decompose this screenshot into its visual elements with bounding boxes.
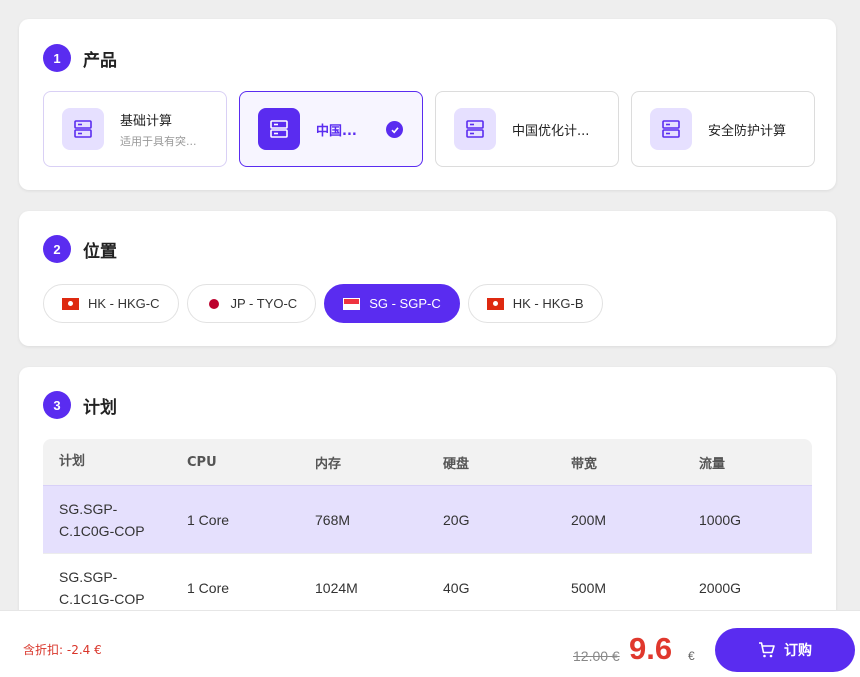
product-option-china-optimized[interactable]: 中国优化计... (435, 91, 619, 167)
section-title: 位置 (83, 241, 117, 262)
plan-name-cell: SG.SGP- C.1C1G-COP (43, 566, 171, 610)
section-title: 计划 (83, 397, 117, 418)
location-section: 2 位置 HK - HKG-C JP - TYO-C SG - SGP-C HK… (19, 211, 836, 346)
sg-flag-icon (343, 297, 361, 310)
bandwidth-cell: 500M (571, 580, 607, 596)
hk-flag-icon (486, 297, 504, 310)
product-section-header: 1 产品 (43, 44, 117, 72)
table-header: 计划 CPU 内存 硬盘 带宽 流量 (43, 439, 812, 485)
server-icon (650, 108, 692, 150)
check-icon (386, 121, 403, 138)
discount-text: 含折扣: -2.4 € (23, 643, 102, 657)
disk-cell: 40G (443, 580, 470, 596)
cart-icon (759, 642, 775, 658)
location-option-jp-tyo-c[interactable]: JP - TYO-C (186, 284, 317, 323)
location-section-header: 2 位置 (43, 235, 117, 263)
section-title: 产品 (83, 50, 117, 71)
location-option-hk-hkg-c[interactable]: HK - HKG-C (43, 284, 179, 323)
column-header-bandwidth: 带宽 (571, 456, 598, 472)
step-number: 3 (43, 391, 71, 419)
order-footer: 含折扣: -2.4 € 12.00 € 9.6 € 订购 (0, 610, 860, 677)
plan-name-line: SG.SGP- (59, 569, 118, 585)
product-name: 中国... (316, 123, 357, 139)
server-icon (258, 108, 300, 150)
location-list: HK - HKG-C JP - TYO-C SG - SGP-C HK - HK… (43, 284, 603, 323)
product-option-basic[interactable]: 基础计算 适用于具有突... (43, 91, 227, 167)
column-header-cpu: CPU (187, 454, 217, 470)
cpu-cell: 1 Core (187, 511, 230, 528)
cpu-cell: 1 Core (187, 580, 230, 596)
location-label: HK - HKG-C (88, 296, 160, 311)
product-option-china[interactable]: 中国... (239, 91, 423, 167)
plan-section-header: 3 计划 (43, 391, 117, 419)
plan-name-cell: SG.SGP- C.1C0G-COP (43, 498, 171, 542)
bandwidth-cell: 200M (571, 511, 607, 528)
currency-label: € (688, 649, 695, 663)
column-header-memory: 内存 (315, 456, 342, 472)
product-name: 中国优化计... (512, 123, 590, 139)
location-label: HK - HKG-B (512, 296, 584, 311)
order-button[interactable]: 订购 (715, 628, 855, 672)
traffic-cell: 1000G (699, 511, 742, 528)
location-label: JP - TYO-C (230, 296, 298, 311)
product-section: 1 产品 基础计算 适用于具有突... 中国... 中国优化计... 安全防护计… (19, 19, 836, 190)
product-name: 基础计算 (120, 113, 173, 129)
server-icon (62, 108, 104, 150)
order-button-label: 订购 (784, 643, 812, 659)
memory-cell: 768M (315, 511, 351, 528)
product-desc: 适用于具有突... (120, 134, 197, 148)
disk-cell: 20G (443, 511, 470, 528)
plan-name-line: SG.SGP- (59, 500, 118, 517)
product-name: 安全防护计算 (708, 123, 787, 139)
plan-table: 计划 CPU 内存 硬盘 带宽 流量 SG.SGP- C.1C0G-COP 1 … (43, 439, 812, 623)
location-label: SG - SGP-C (369, 296, 441, 311)
location-option-hk-hkg-b[interactable]: HK - HKG-B (467, 284, 603, 323)
table-row[interactable]: SG.SGP- C.1C0G-COP 1 Core 768M 20G 200M … (43, 485, 812, 554)
jp-flag-icon (208, 298, 219, 309)
step-number: 2 (43, 235, 71, 263)
hk-flag-icon (62, 297, 79, 310)
column-header-traffic: 流量 (699, 456, 726, 472)
memory-cell: 1024M (315, 580, 358, 596)
plan-name-line: C.1C1G-COP (59, 591, 145, 607)
plan-name-line: C.1C0G-COP (59, 522, 145, 539)
plan-section: 3 计划 计划 CPU 内存 硬盘 带宽 流量 SG.SGP- C.1C0G-C… (19, 367, 836, 627)
location-option-sg-sgp-c[interactable]: SG - SGP-C (324, 284, 460, 323)
product-option-secure[interactable]: 安全防护计算 (631, 91, 815, 167)
column-header-plan: 计划 (59, 454, 86, 469)
server-icon (454, 108, 496, 150)
traffic-cell: 2000G (699, 580, 742, 596)
original-price: 12.00 € (573, 648, 620, 664)
step-number: 1 (43, 44, 71, 72)
final-price: 9.6 (629, 631, 673, 666)
product-list: 基础计算 适用于具有突... 中国... 中国优化计... 安全防护计算 (43, 91, 815, 167)
column-header-disk: 硬盘 (443, 456, 470, 472)
